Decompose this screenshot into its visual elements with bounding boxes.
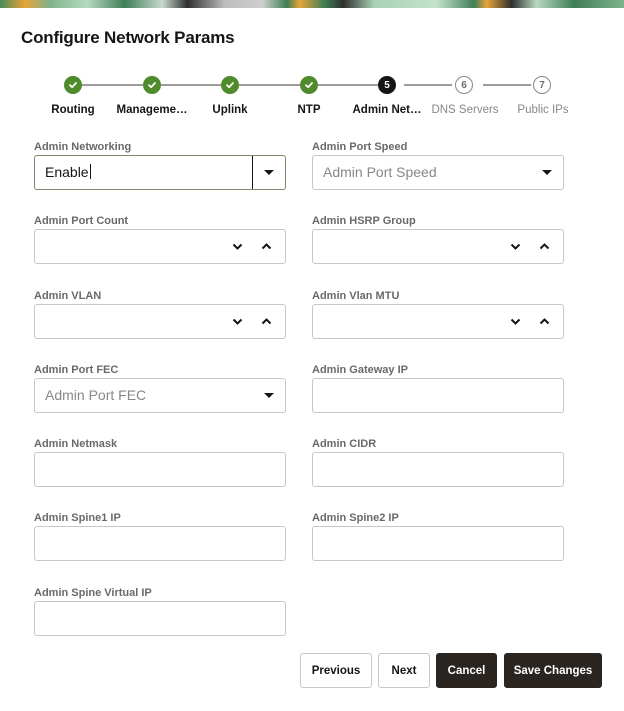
admin-port-count-label: Admin Port Count	[34, 215, 129, 227]
admin-networking-value: Enable	[45, 164, 89, 180]
step-connector	[82, 84, 143, 86]
step-number: 6	[461, 79, 467, 91]
checkmark-icon	[148, 82, 156, 89]
step-connector	[239, 84, 300, 86]
page-title: Configure Network Params	[21, 28, 235, 47]
admin-netmask-label: Admin Netmask	[34, 438, 118, 450]
step-label[interactable]: Manageme…	[117, 104, 188, 116]
admin-port-count-input[interactable]	[34, 229, 286, 264]
step-1-routing[interactable]	[64, 76, 82, 94]
admin-vlan-mtu-label: Admin Vlan MTU	[312, 290, 400, 302]
admin-spine-virtual-ip-label: Admin Spine Virtual IP	[34, 587, 152, 599]
step-connector	[404, 84, 452, 86]
increment-chevron-up-icon[interactable]	[261, 316, 272, 327]
checkmark-icon	[69, 82, 77, 89]
dropdown-arrow-icon[interactable]	[264, 393, 274, 398]
admin-spine1-ip-label: Admin Spine1 IP	[34, 512, 121, 524]
increment-chevron-up-icon[interactable]	[261, 241, 272, 252]
next-button[interactable]: Next	[378, 653, 430, 688]
select-divider	[251, 156, 253, 189]
save-changes-button[interactable]: Save Changes	[504, 653, 602, 688]
admin-spine-virtual-ip-input[interactable]	[34, 601, 286, 636]
step-6-dns-servers[interactable]: 6	[455, 76, 473, 94]
decrement-chevron-down-icon[interactable]	[510, 316, 521, 327]
step-label[interactable]: Admin Net…	[353, 104, 422, 116]
admin-port-fec-select[interactable]: Admin Port FEC	[34, 378, 286, 413]
step-7-public-ips[interactable]: 7	[533, 76, 551, 94]
cancel-button[interactable]: Cancel	[436, 653, 497, 688]
decrement-chevron-down-icon[interactable]	[232, 241, 243, 252]
admin-port-speed-placeholder: Admin Port Speed	[323, 164, 437, 180]
step-2-management[interactable]	[143, 76, 161, 94]
admin-gateway-ip-label: Admin Gateway IP	[312, 364, 408, 376]
checkmark-icon	[226, 82, 234, 89]
admin-port-speed-select[interactable]: Admin Port Speed	[312, 155, 564, 190]
admin-gateway-ip-input[interactable]	[312, 378, 564, 413]
admin-vlan-label: Admin VLAN	[34, 290, 102, 302]
admin-cidr-input[interactable]	[312, 452, 564, 487]
step-connector	[483, 84, 531, 86]
checkmark-icon	[305, 82, 313, 89]
decrement-chevron-down-icon[interactable]	[232, 316, 243, 327]
dropdown-arrow-icon[interactable]	[542, 170, 552, 175]
admin-hsrp-group-label: Admin HSRP Group	[312, 215, 416, 227]
step-4-ntp[interactable]	[300, 76, 318, 94]
admin-vlan-input[interactable]	[34, 304, 286, 339]
step-5-admin-networking[interactable]: 5	[378, 76, 396, 94]
step-3-uplink[interactable]	[221, 76, 239, 94]
admin-spine2-ip-label: Admin Spine2 IP	[312, 512, 399, 524]
admin-spine2-ip-input[interactable]	[312, 526, 564, 561]
admin-networking-label: Admin Networking	[34, 141, 132, 153]
admin-spine1-ip-input[interactable]	[34, 526, 286, 561]
step-label[interactable]: Routing	[51, 104, 94, 116]
dropdown-arrow-icon[interactable]	[264, 170, 274, 175]
increment-chevron-up-icon[interactable]	[539, 316, 550, 327]
step-train: 5 6 7 Routing Manageme… Uplink NTP Admin…	[0, 72, 624, 122]
step-label[interactable]: DNS Servers	[431, 104, 498, 116]
admin-port-fec-label: Admin Port FEC	[34, 364, 119, 376]
step-label[interactable]: Public IPs	[517, 104, 568, 116]
step-label[interactable]: NTP	[298, 104, 321, 116]
admin-cidr-label: Admin CIDR	[312, 438, 377, 450]
admin-networking-select[interactable]: Enable	[34, 155, 286, 190]
step-number: 5	[384, 79, 390, 91]
header-banner	[0, 0, 624, 8]
step-number: 7	[539, 79, 545, 91]
step-connector	[318, 84, 378, 86]
admin-port-speed-label: Admin Port Speed	[312, 141, 408, 153]
increment-chevron-up-icon[interactable]	[539, 241, 550, 252]
admin-netmask-input[interactable]	[34, 452, 286, 487]
admin-vlan-mtu-input[interactable]	[312, 304, 564, 339]
step-label[interactable]: Uplink	[212, 104, 247, 116]
text-cursor	[89, 164, 91, 179]
decrement-chevron-down-icon[interactable]	[510, 241, 521, 252]
previous-button[interactable]: Previous	[300, 653, 372, 688]
admin-hsrp-group-input[interactable]	[312, 229, 564, 264]
step-connector	[161, 84, 221, 86]
admin-port-fec-placeholder: Admin Port FEC	[45, 387, 147, 403]
